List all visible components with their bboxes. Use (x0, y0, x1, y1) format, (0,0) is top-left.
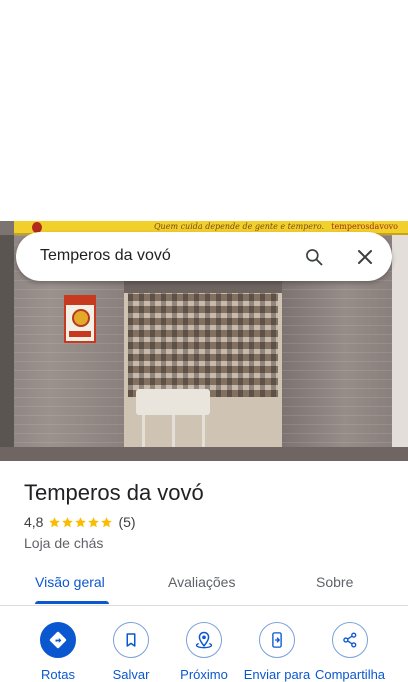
map-blank-area (0, 0, 408, 221)
star-icon (62, 516, 74, 527)
save-button[interactable]: Salvar (93, 622, 169, 682)
star-icon (75, 516, 87, 527)
share-button[interactable]: Compartilha (312, 622, 388, 682)
poster-head (66, 297, 94, 305)
photo-wall-edge-right (392, 235, 408, 461)
sign-handle: temperosdavovo (331, 222, 398, 231)
star-icon (49, 516, 61, 527)
save-label: Salvar (112, 667, 150, 682)
search-icon[interactable] (302, 245, 326, 269)
tab-about[interactable]: Sobre (316, 574, 353, 590)
search-bar[interactable]: Temperos da vovó (16, 232, 392, 281)
rating-row[interactable]: 4,8 (5) (24, 513, 136, 531)
review-count[interactable]: (5) (118, 514, 135, 530)
photo-poster (64, 295, 96, 343)
poster-foot (69, 331, 91, 337)
stand-top (136, 389, 210, 415)
nearby-button[interactable]: Próximo (166, 622, 242, 682)
photo-wall-edge (0, 235, 14, 461)
share-label: Compartilha (314, 667, 386, 682)
action-bar: Rotas Salvar Próximo Enviar para Compart… (0, 606, 408, 682)
photo-door-top (124, 281, 282, 293)
rating-value: 4,8 (24, 514, 44, 530)
place-title: Temperos da vovó (24, 480, 204, 505)
directions-label: Rotas (41, 667, 75, 682)
directions-button[interactable]: Rotas (20, 622, 96, 682)
send-to-phone-icon[interactable] (259, 622, 295, 658)
poster-emblem (72, 309, 90, 327)
search-input[interactable]: Temperos da vovó (40, 247, 171, 265)
send-to-phone-button[interactable]: Enviar para (239, 622, 315, 682)
active-tab-indicator (35, 601, 109, 604)
bookmark-icon[interactable] (113, 622, 149, 658)
star-icon (101, 516, 113, 527)
sign-slogan: Quem cuida depende de gente e tempero. (154, 222, 325, 231)
tab-reviews[interactable]: Avaliações (168, 574, 235, 590)
photo-shelves (128, 293, 278, 397)
close-icon[interactable] (353, 245, 377, 269)
rating-stars (48, 516, 113, 529)
place-category[interactable]: Loja de chás (24, 535, 103, 551)
tab-overview[interactable]: Visão geral (35, 574, 105, 590)
photo-floor (0, 447, 408, 461)
share-icon[interactable] (332, 622, 368, 658)
nearby-label: Próximo (180, 667, 228, 682)
nearby-icon[interactable] (186, 622, 222, 658)
star-icon (88, 516, 100, 527)
send-to-label: Enviar para (243, 667, 311, 682)
directions-icon[interactable] (40, 622, 76, 658)
tab-bar: Visão geral Avaliações Sobre (0, 560, 408, 606)
